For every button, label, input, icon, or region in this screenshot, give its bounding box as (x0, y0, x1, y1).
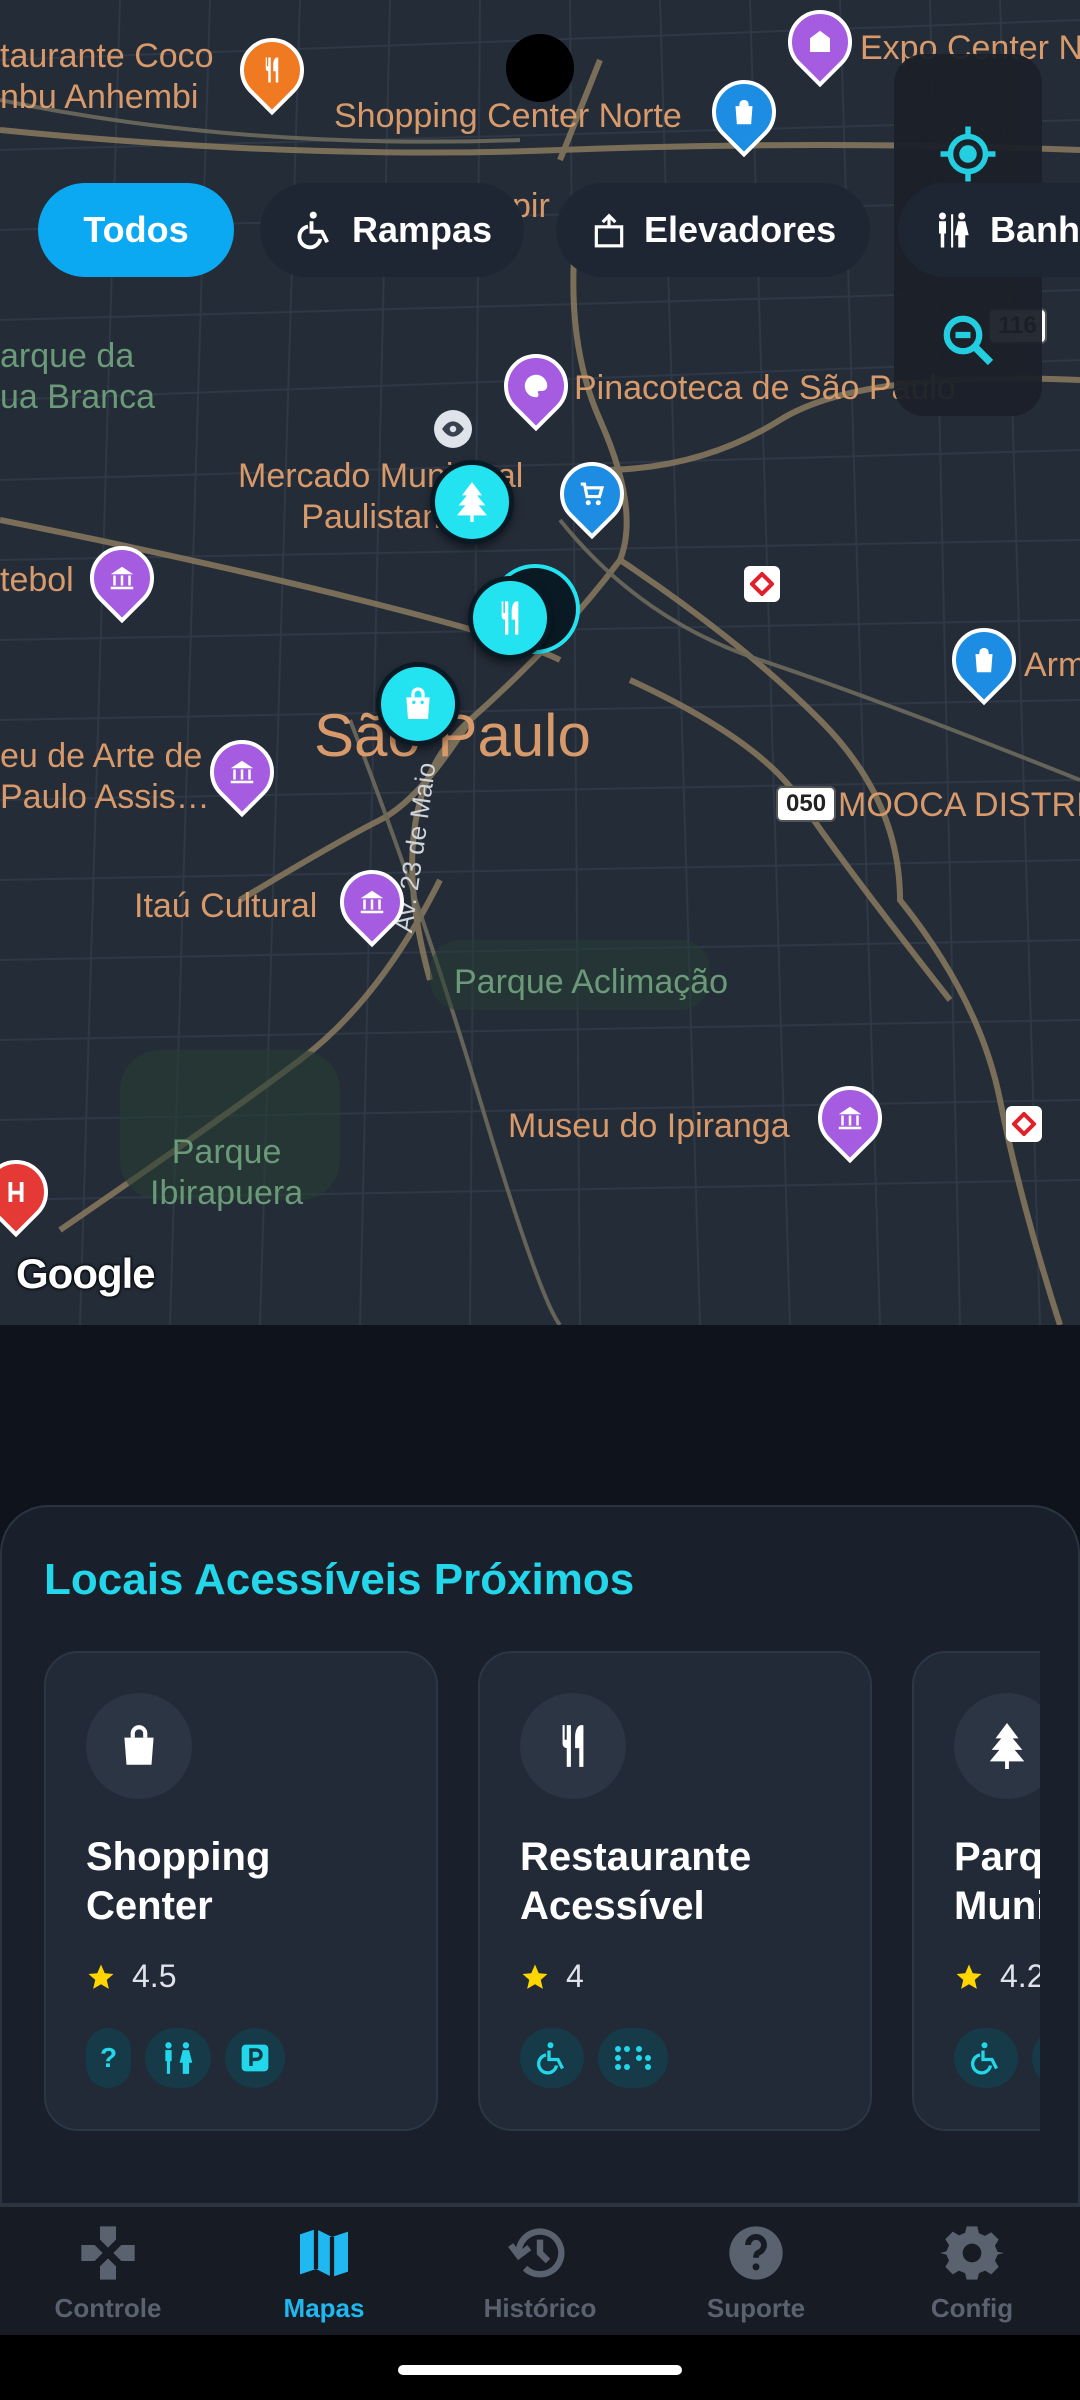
metro-station-icon[interactable] (744, 566, 780, 602)
star-icon (956, 1964, 982, 1989)
place-name: Shopping Center (86, 1835, 271, 1928)
place-name: Parque Municipal (954, 1835, 1040, 1928)
google-logo: Google (16, 1250, 156, 1297)
filter-chip-label: Todos (83, 209, 189, 250)
my-location-button[interactable] (938, 124, 998, 184)
bottom-navigation: Controle Mapas Histórico Suporte Config (0, 2205, 1080, 2335)
map-label-museu-arte: eu de Arte de Paulo Assis… (0, 737, 210, 816)
filter-chip-label: Banh (990, 209, 1080, 250)
place-rating: 4.5 (86, 1958, 176, 1995)
help-icon (729, 2225, 783, 2280)
map-label-aclimacao: Parque Aclimação (454, 963, 729, 1001)
nav-label: Controle (54, 2292, 162, 2323)
tree-icon (954, 1693, 1040, 1799)
map-icon (300, 2228, 348, 2277)
filter-chip-label: Elevadores (644, 209, 837, 250)
history-icon (508, 2227, 565, 2277)
parking-badge-icon (1032, 2028, 1040, 2088)
filter-chip-todos[interactable]: Todos (38, 183, 234, 277)
zoom-out-button[interactable] (938, 310, 998, 370)
unknown-feature-badge: ? (86, 2028, 132, 2088)
restaurant-icon (520, 1693, 626, 1799)
nav-controle[interactable]: Controle (0, 2207, 216, 2337)
wheelchair-badge-icon (520, 2028, 584, 2088)
nav-label: Histórico (483, 2292, 597, 2323)
rating-value: 4.2 (1000, 1958, 1040, 1994)
nav-label: Config (930, 2292, 1014, 2323)
nav-historico[interactable]: Histórico (432, 2207, 648, 2337)
map-label-itau-cultural: Itaú Cultural (134, 887, 318, 925)
restaurant-marker-icon[interactable] (468, 576, 552, 660)
map-label-restaurant: taurante Coco nbu Anhembi (0, 37, 214, 116)
nav-label: Suporte (706, 2292, 806, 2323)
filter-chip-label: Rampas (352, 209, 493, 250)
wheelchair-badge-icon (954, 2028, 1018, 2088)
map-view[interactable]: taurante Coco nbu Anhembi Expo Center N … (0, 0, 1080, 1325)
place-rating: 4.2 (954, 1958, 1040, 1995)
app-screen: taurante Coco nbu Anhembi Expo Center N … (0, 0, 1080, 2400)
viewpoint-icon[interactable] (434, 410, 472, 448)
map-label-shopping-norte: Shopping Center Norte (334, 97, 682, 135)
elevator-icon (594, 213, 624, 248)
gps-icon (940, 126, 996, 182)
parking-badge-icon (225, 2028, 286, 2088)
nav-config[interactable]: Config (864, 2207, 1080, 2337)
filter-chip-elevadores[interactable]: Elevadores (556, 183, 870, 277)
shopping-marker-icon[interactable] (376, 662, 460, 746)
nav-mapas[interactable]: Mapas (216, 2207, 432, 2337)
rating-value: 4.5 (132, 1958, 177, 1994)
route-shield-050: 050 (776, 786, 837, 822)
filter-chip-rampas[interactable]: Rampas (260, 183, 524, 277)
place-card-restaurant[interactable]: Restaurante Acessível 4 (478, 1651, 872, 2131)
restroom-badge-icon (145, 2028, 212, 2088)
park-marker-icon[interactable] (430, 460, 514, 544)
filter-chip-banheiros[interactable]: Banh (898, 183, 1080, 277)
accessibility-badges: ? (86, 2028, 286, 2088)
metro-station-icon[interactable] (1006, 1106, 1042, 1142)
places-carousel[interactable]: Shopping Center 4.5 ? Restaurante Acessí… (44, 1651, 1040, 2131)
braille-badge-icon (598, 2028, 668, 2088)
restroom-icon (939, 212, 969, 248)
camera-cutout (506, 34, 574, 102)
map-label-ibirapuera: Parque Ibirapuera (150, 1133, 304, 1212)
nav-label: Mapas (283, 2292, 365, 2323)
map-label-mooca: MOOCA DISTRI (838, 786, 1080, 824)
accessibility-badges (954, 2028, 1040, 2088)
sheet-title: Locais Acessíveis Próximos (44, 1555, 635, 1604)
accessibility-badges (520, 2028, 668, 2088)
wheelchair-icon (297, 211, 329, 250)
map-label-arm: Arm (1024, 646, 1080, 684)
place-card-shopping[interactable]: Shopping Center 4.5 ? (44, 1651, 438, 2131)
place-name: Restaurante Acessível (520, 1835, 752, 1928)
shopping-bag-icon (86, 1693, 192, 1799)
zoom-out-icon (943, 315, 994, 366)
nearby-places-sheet: Locais Acessíveis Próximos Shopping Cent… (0, 1505, 1080, 2205)
place-card-park[interactable]: Parque Municipal 4.2 (912, 1651, 1040, 2131)
place-rating: 4 (520, 1958, 584, 1995)
gear-icon (940, 2225, 1004, 2280)
gamepad-icon (81, 2225, 135, 2280)
map-label-futebol: tebol (0, 561, 74, 599)
home-gesture-bar[interactable] (398, 2365, 682, 2375)
map-label-parque-agua-branca: arque da ua Branca (0, 337, 155, 416)
map-label-ipiranga: Museu do Ipiranga (508, 1107, 790, 1145)
nav-suporte[interactable]: Suporte (648, 2207, 864, 2337)
star-icon (88, 1964, 114, 1989)
rating-value: 4 (566, 1958, 584, 1994)
star-icon (522, 1964, 548, 1989)
